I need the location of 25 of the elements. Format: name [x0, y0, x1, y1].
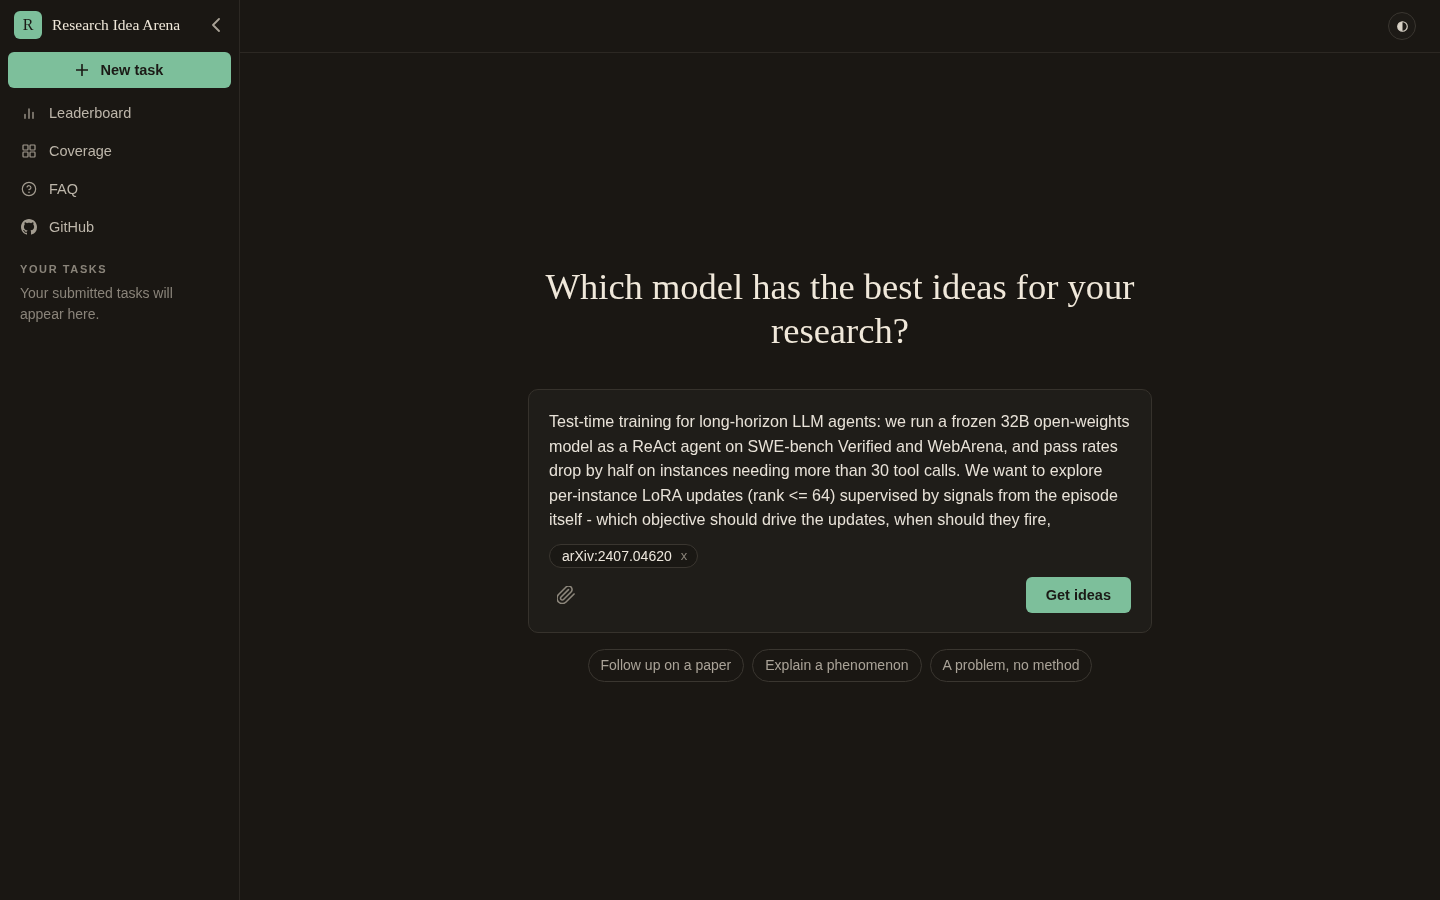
help-icon — [21, 181, 37, 197]
github-icon — [21, 219, 37, 235]
nav-link[interactable]: FAQ — [8, 170, 231, 208]
theme-toggle-button[interactable] — [1388, 12, 1416, 40]
app-title: Research Idea Arena — [52, 16, 182, 34]
chevron-left-icon — [209, 18, 223, 32]
grid-icon — [21, 143, 37, 159]
attach-button[interactable] — [557, 585, 575, 604]
plus-icon — [75, 64, 88, 76]
paperclip-icon — [557, 585, 575, 604]
attachment-label: arXiv:2407.04620 — [562, 547, 672, 564]
collapse-sidebar-button[interactable] — [209, 18, 223, 32]
section-heading: YOUR TASKS — [20, 263, 109, 275]
empty-tasks-message: Your submitted tasks will appear here. — [20, 284, 174, 324]
new-task-button[interactable]: New task — [8, 52, 231, 88]
remove-attachment-button[interactable]: x — [680, 548, 688, 563]
get-ideas-button[interactable]: Get ideas — [1025, 576, 1131, 613]
task-input[interactable]: Test-time training for long-horizon LLM agents: we run a frozen 32B open-weights model as a ReAct agent on SWE-bench Verified and WebArena, and pass rates drop by half on instances needing more than 30 tool calls. We want to explore per-instance LoRA updates (rank <= 64) supervised by signals from the episode itself - which objective should drive the updates, when should they fire, — [549, 409, 1131, 532]
nav-link[interactable]: Coverage — [8, 132, 231, 170]
nav-link[interactable]: Leaderboard — [8, 94, 231, 132]
half-circle-icon — [1396, 20, 1408, 32]
app-logo: R — [14, 11, 42, 39]
nav-link[interactable]: GitHub — [8, 208, 231, 246]
page-heading: Which model has the best ideas for your research? — [544, 265, 1136, 354]
bar-chart-icon — [21, 105, 37, 121]
